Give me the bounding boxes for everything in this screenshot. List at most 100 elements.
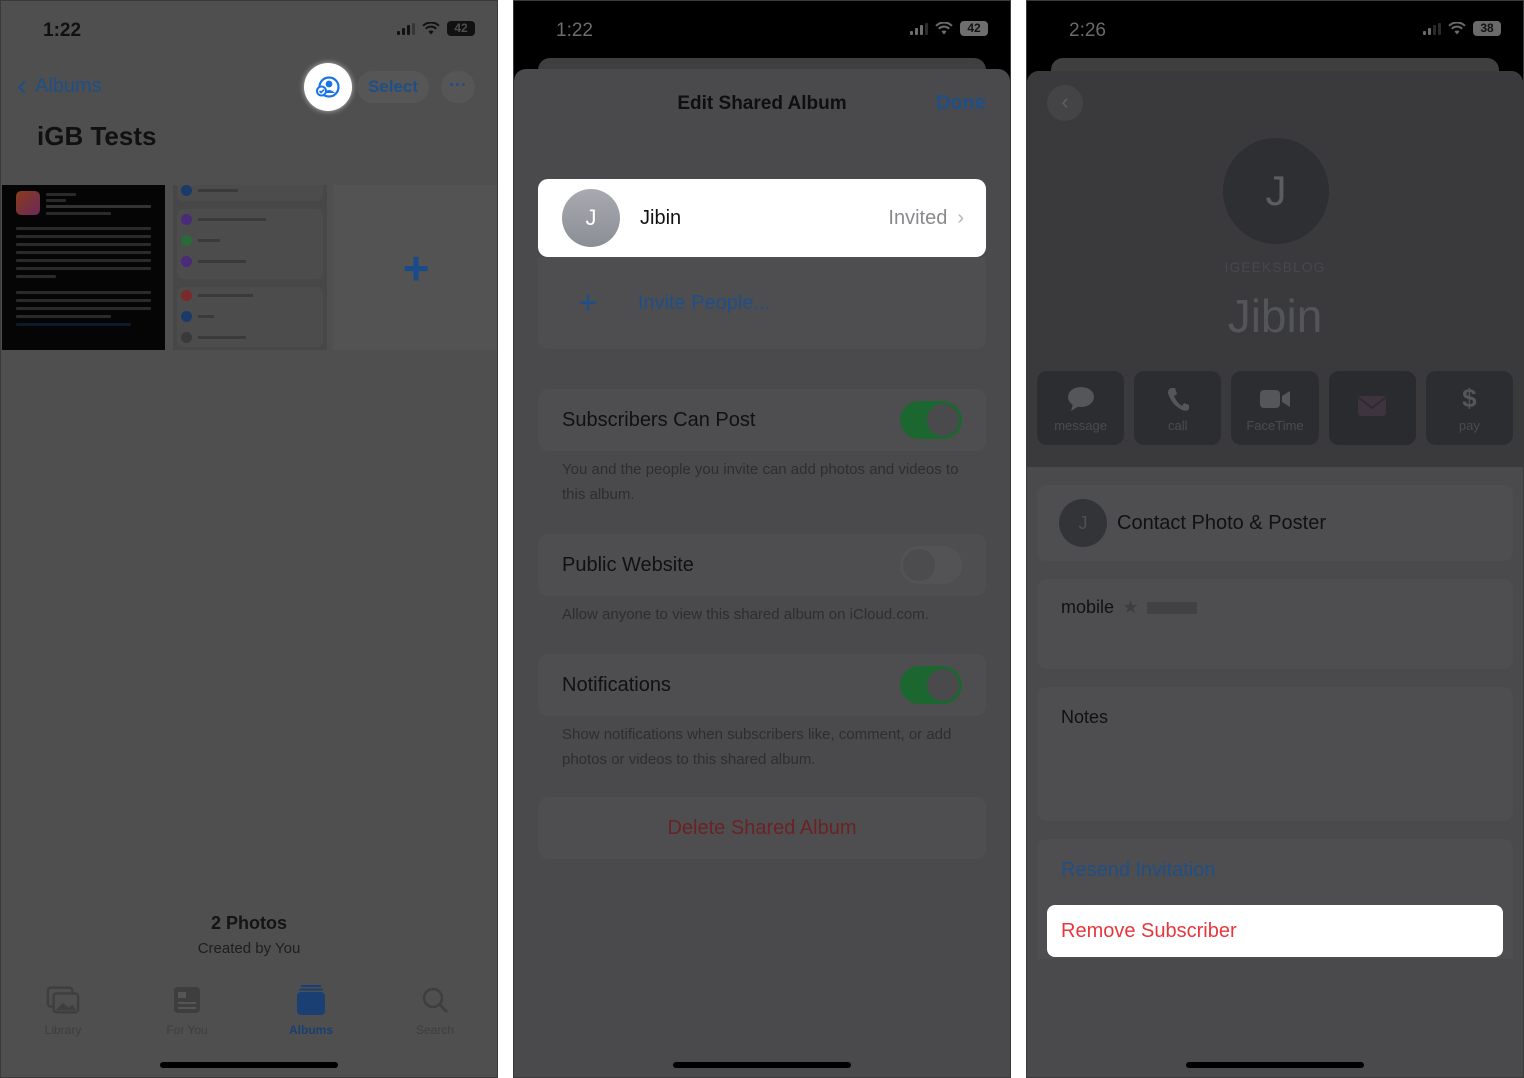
home-indicator <box>160 1062 338 1068</box>
tab-search[interactable]: Search <box>373 985 497 1045</box>
back-to-albums-button[interactable]: ‹ Albums <box>17 69 102 102</box>
status-bar: 1:22 42 <box>514 1 1010 59</box>
subscriber-status: Invited <box>888 206 948 229</box>
cellular-signal-icon <box>397 22 415 35</box>
avatar: J <box>1223 138 1329 244</box>
plus-icon: + <box>402 241 430 294</box>
ios-update-icon <box>16 191 40 215</box>
more-options-button[interactable]: ··· <box>441 71 475 103</box>
setting-footnote: You and the people you invite can add ph… <box>562 461 959 503</box>
star-icon: ★ <box>1122 597 1139 617</box>
album-title: iGB Tests <box>37 121 157 151</box>
for-you-icon <box>174 987 200 1013</box>
phone-icon <box>1167 387 1189 411</box>
setting-label: Notifications <box>562 673 671 696</box>
contact-name: Jibin <box>1227 290 1323 342</box>
tab-library[interactable]: Library <box>1 985 125 1045</box>
albums-icon <box>297 985 325 1015</box>
status-time: 1:22 <box>556 20 593 41</box>
photo-thumbnail[interactable] <box>2 185 165 350</box>
tab-label: Library <box>44 1023 82 1037</box>
wifi-icon <box>935 22 953 35</box>
album-screen: 1:22 42 ‹ Albums Select ··· iGB Tests + … <box>0 0 498 1078</box>
subscriber-row[interactable]: J Jibin Invited › <box>538 179 986 257</box>
done-button[interactable]: Done <box>936 92 986 115</box>
edit-shared-album-screen: 1:22 42 Edit Shared Album Done J Jibin I… <box>513 0 1011 1078</box>
redacted-phone-number <box>1147 601 1198 614</box>
notes-field[interactable]: Notes <box>1037 687 1513 821</box>
status-time: 2:26 <box>1069 20 1106 41</box>
chevron-left-icon: ‹ <box>17 69 27 102</box>
tab-albums[interactable]: Albums <box>249 985 373 1045</box>
chevron-left-icon: ‹ <box>1061 89 1069 114</box>
contact-actions: message call FaceTime $ pay <box>1037 371 1514 445</box>
action-label: call <box>1168 417 1188 433</box>
avatar: J <box>562 189 620 247</box>
subscribers-can-post-toggle[interactable] <box>900 401 962 439</box>
cellular-signal-icon <box>1423 22 1441 35</box>
setting-footnote: Allow anyone to view this shared album o… <box>562 606 929 623</box>
invite-label: Invite People... <box>637 291 771 314</box>
action-label: message <box>1054 417 1107 433</box>
home-indicator <box>673 1062 851 1068</box>
mail-action-button[interactable] <box>1328 371 1416 445</box>
tab-for-you[interactable]: For You <box>125 985 249 1045</box>
status-bar: 2:26 38 <box>1027 1 1523 59</box>
battery-indicator: 38 <box>1473 21 1501 36</box>
subscriber-contact-screen: 2:26 38 ‹ J IGEEKSBLOG Jibin message cal… <box>1026 0 1524 1078</box>
facetime-action-button[interactable]: FaceTime <box>1231 371 1319 445</box>
video-icon <box>1260 389 1290 408</box>
contact-header: ‹ J IGEEKSBLOG Jibin message call FaceTi… <box>1027 71 1523 467</box>
public-website-toggle[interactable] <box>900 546 962 584</box>
tab-bar: Library For You Albums Search <box>1 985 497 1045</box>
chevron-right-icon: › <box>957 206 964 229</box>
action-label: FaceTime <box>1246 417 1304 433</box>
plus-icon: + <box>578 284 598 322</box>
mail-icon <box>1358 396 1387 416</box>
dollar-icon: $ <box>1462 383 1477 413</box>
remove-subscriber-button[interactable]: Remove Subscriber <box>1047 905 1503 957</box>
subscriber-name: Jibin <box>640 206 682 229</box>
photo-count: 2 Photos <box>210 913 287 933</box>
setting-footnote: Show notifications when subscribers like… <box>562 726 952 768</box>
action-label: pay <box>1458 417 1480 433</box>
battery-indicator: 42 <box>960 21 988 36</box>
photo-thumbnail[interactable] <box>173 185 327 350</box>
phone-type-label: mobile <box>1061 597 1115 617</box>
notifications-toggle[interactable] <box>900 666 962 704</box>
contact-photo-poster-row[interactable]: J Contact Photo & Poster <box>1037 485 1513 561</box>
select-button[interactable]: Select <box>357 71 429 103</box>
status-bar: 1:22 42 <box>1 1 497 59</box>
album-creator: Created by You <box>197 940 301 957</box>
edit-sheet: Edit Shared Album Done J Jibin Invited ›… <box>514 69 1010 1077</box>
notes-label: Notes <box>1061 707 1109 727</box>
setting-public-website: Public Website <box>538 534 986 596</box>
invite-people-button[interactable]: + Invite People... <box>538 257 986 349</box>
back-button[interactable]: ‹ <box>1047 85 1083 121</box>
delete-shared-album-button[interactable]: Delete Shared Album <box>538 797 986 859</box>
add-photos-button[interactable]: + <box>333 185 497 350</box>
contact-organization: IGEEKSBLOG <box>1224 259 1326 275</box>
setting-notifications: Notifications <box>538 654 986 716</box>
avatar: J <box>1059 499 1107 547</box>
back-label: Albums <box>35 74 102 97</box>
cellular-signal-icon <box>910 22 928 35</box>
tab-label: Albums <box>288 1023 333 1037</box>
contact-photo-label: Contact Photo & Poster <box>1117 511 1327 534</box>
setting-label: Public Website <box>562 553 694 576</box>
resend-invitation-button[interactable]: Resend Invitation <box>1061 859 1216 881</box>
setting-label: Subscribers Can Post <box>562 408 756 431</box>
message-icon <box>1067 386 1094 411</box>
message-action-button[interactable]: message <box>1037 371 1125 445</box>
home-indicator <box>1186 1062 1364 1068</box>
wifi-icon <box>1448 22 1466 35</box>
call-action-button[interactable]: call <box>1134 371 1222 445</box>
setting-subscribers-can-post: Subscribers Can Post <box>538 389 986 451</box>
phone-number-row[interactable]: mobile ★ <box>1037 579 1513 669</box>
battery-indicator: 42 <box>447 21 475 36</box>
status-time: 1:22 <box>43 20 82 41</box>
photo-stack-icon <box>46 986 80 1014</box>
pay-action-button[interactable]: $ pay <box>1425 371 1514 445</box>
search-icon <box>422 987 448 1013</box>
shared-album-people-button[interactable] <box>304 63 352 111</box>
